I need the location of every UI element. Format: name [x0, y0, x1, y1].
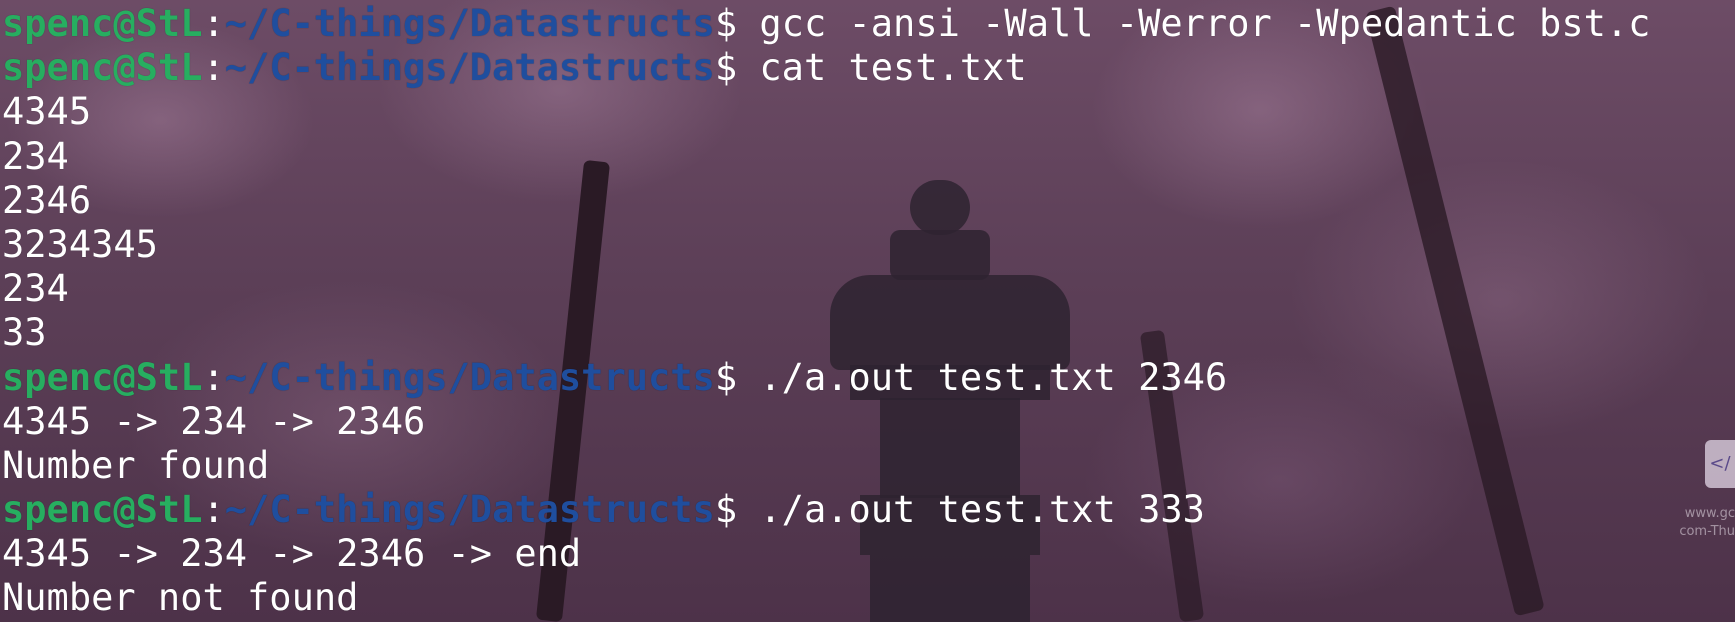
- prompt-symbol: $: [714, 2, 738, 45]
- prompt-separator: :: [202, 355, 225, 399]
- prompt-separator: :: [202, 46, 225, 90]
- command-text: gcc -ansi -Wall -Werror -Wpedantic bst.c: [737, 2, 1651, 45]
- terminal-line-output: 4345: [2, 90, 92, 134]
- prompt-path: ~/C-things/Datastructs: [224, 46, 715, 90]
- prompt-symbol: $: [714, 46, 738, 90]
- terminal-line-output: 33: [2, 311, 47, 355]
- prompt-path: ~/C-things/Datastructs: [224, 355, 715, 399]
- prompt-symbol: $: [714, 355, 738, 399]
- watermark-caption: www.gc com-Thu: [1679, 506, 1735, 539]
- terminal-line-prompt: spenc@StL:~/C-things/Datastructs$ ./a.ou…: [2, 356, 1735, 400]
- prompt-user-host: spenc@StL: [2, 488, 203, 532]
- terminal-line-prompt: spenc@StL:~/C-things/Datastructs$ ./a.ou…: [2, 488, 1735, 532]
- terminal-line-output: 2346: [2, 178, 92, 222]
- terminal-line-output: 234: [2, 134, 69, 178]
- terminal-line-output: 3234345: [2, 222, 158, 266]
- terminal-line-output: Number found: [2, 443, 270, 487]
- terminal-line-output: 4345 -> 234 -> 2346: [2, 399, 426, 443]
- prompt-symbol: $: [714, 488, 738, 532]
- terminal-line-prompt: spenc@StL:~/C-things/Datastructs$ gcc -a…: [2, 2, 1735, 46]
- prompt-user-host: spenc@StL: [2, 355, 203, 399]
- terminal-line-prompt: spenc@StL:~/C-things/Datastructs$ cat te…: [2, 46, 1735, 90]
- terminal-line-output: Number not found: [2, 576, 359, 620]
- code-icon[interactable]: </: [1705, 440, 1735, 488]
- prompt-user-host: spenc@StL: [2, 46, 203, 90]
- prompt-separator: :: [202, 2, 225, 45]
- command-text: cat test.txt: [737, 46, 1027, 90]
- command-text: ./a.out test.txt 2346: [737, 355, 1228, 399]
- prompt-separator: :: [202, 488, 225, 532]
- prompt-path: ~/C-things/Datastructs: [224, 2, 715, 45]
- command-text: ./a.out test.txt 333: [737, 488, 1205, 532]
- terminal-line-output: 4345 -> 234 -> 2346 -> end: [2, 532, 582, 576]
- prompt-user-host: spenc@StL: [2, 2, 203, 45]
- terminal-line-output: 234: [2, 267, 69, 311]
- terminal-output[interactable]: spenc@StL:~/C-things/Datastructs$ gcc -a…: [0, 0, 1735, 622]
- prompt-path: ~/C-things/Datastructs: [224, 488, 715, 532]
